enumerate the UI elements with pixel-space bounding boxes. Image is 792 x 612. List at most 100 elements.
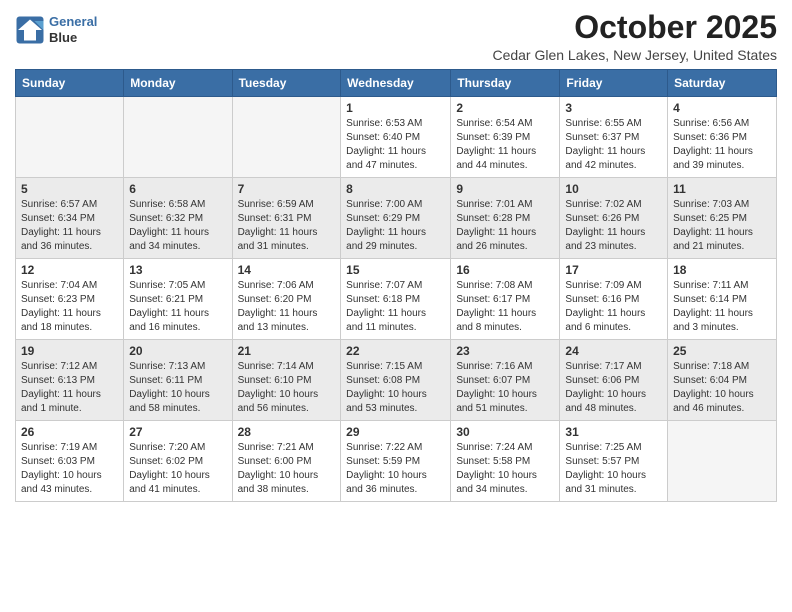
weekday-header-sunday: Sunday bbox=[16, 70, 124, 97]
day-number: 2 bbox=[456, 101, 554, 115]
day-number: 27 bbox=[129, 425, 226, 439]
calendar-day-cell: 13 Sunrise: 7:05 AM Sunset: 6:21 PM Dayli… bbox=[124, 259, 232, 340]
day-number: 24 bbox=[565, 344, 662, 358]
weekday-header-tuesday: Tuesday bbox=[232, 70, 341, 97]
day-number: 6 bbox=[129, 182, 226, 196]
day-number: 8 bbox=[346, 182, 445, 196]
day-info: Sunrise: 7:19 AM Sunset: 6:03 PM Dayligh… bbox=[21, 441, 118, 497]
day-info: Sunrise: 6:59 AM Sunset: 6:31 PM Dayligh… bbox=[238, 198, 336, 254]
day-info: Sunrise: 7:25 AM Sunset: 5:57 PM Dayligh… bbox=[565, 441, 662, 497]
day-number: 30 bbox=[456, 425, 554, 439]
calendar-week-row: 5 Sunrise: 6:57 AM Sunset: 6:34 PM Daylig… bbox=[16, 178, 777, 259]
weekday-header-saturday: Saturday bbox=[668, 70, 777, 97]
calendar-day-cell: 1 Sunrise: 6:53 AM Sunset: 6:40 PM Daylig… bbox=[341, 97, 451, 178]
weekday-header-row: SundayMondayTuesdayWednesdayThursdayFrid… bbox=[16, 70, 777, 97]
calendar-day-cell: 22Sunrise: 7:15 AM Sunset: 6:08 PM Dayli… bbox=[341, 340, 451, 421]
calendar-week-row: 12 Sunrise: 7:04 AM Sunset: 6:23 PM Dayli… bbox=[16, 259, 777, 340]
day-number: 20 bbox=[129, 344, 226, 358]
calendar-day-cell: 10Sunrise: 7:02 AM Sunset: 6:26 PM Dayli… bbox=[560, 178, 668, 259]
calendar-day-cell: 28Sunrise: 7:21 AM Sunset: 6:00 PM Dayli… bbox=[232, 421, 341, 502]
calendar-day-cell: 30 Sunrise: 7:24 AM Sunset: 5:58 PM Dayli… bbox=[451, 421, 560, 502]
day-number: 4 bbox=[673, 101, 771, 115]
calendar-week-row: 19Sunrise: 7:12 AM Sunset: 6:13 PM Dayli… bbox=[16, 340, 777, 421]
day-number: 26 bbox=[21, 425, 118, 439]
day-info: Sunrise: 6:54 AM Sunset: 6:39 PM Dayligh… bbox=[456, 117, 554, 173]
day-info: Sunrise: 7:08 AM Sunset: 6:17 PM Dayligh… bbox=[456, 279, 554, 335]
calendar-day-cell bbox=[16, 97, 124, 178]
calendar-week-row: 26 Sunrise: 7:19 AM Sunset: 6:03 PM Dayli… bbox=[16, 421, 777, 502]
weekday-header-friday: Friday bbox=[560, 70, 668, 97]
logo-icon bbox=[15, 15, 45, 45]
calendar-day-cell: 9 Sunrise: 7:01 AM Sunset: 6:28 PM Daylig… bbox=[451, 178, 560, 259]
calendar-day-cell: 12 Sunrise: 7:04 AM Sunset: 6:23 PM Dayli… bbox=[16, 259, 124, 340]
day-number: 15 bbox=[346, 263, 445, 277]
calendar-day-cell: 17 Sunrise: 7:09 AM Sunset: 6:16 PM Dayli… bbox=[560, 259, 668, 340]
month-title: October 2025 bbox=[492, 10, 777, 45]
day-info: Sunrise: 6:56 AM Sunset: 6:36 PM Dayligh… bbox=[673, 117, 771, 173]
day-number: 16 bbox=[456, 263, 554, 277]
day-info: Sunrise: 7:03 AM Sunset: 6:25 PM Dayligh… bbox=[673, 198, 771, 254]
day-number: 14 bbox=[238, 263, 336, 277]
calendar-day-cell: 7Sunrise: 6:59 AM Sunset: 6:31 PM Daylig… bbox=[232, 178, 341, 259]
day-number: 11 bbox=[673, 182, 771, 196]
day-info: Sunrise: 7:05 AM Sunset: 6:21 PM Dayligh… bbox=[129, 279, 226, 335]
day-number: 12 bbox=[21, 263, 118, 277]
weekday-header-wednesday: Wednesday bbox=[341, 70, 451, 97]
calendar-day-cell: 16 Sunrise: 7:08 AM Sunset: 6:17 PM Dayli… bbox=[451, 259, 560, 340]
day-number: 21 bbox=[238, 344, 336, 358]
weekday-header-monday: Monday bbox=[124, 70, 232, 97]
calendar-day-cell: 26 Sunrise: 7:19 AM Sunset: 6:03 PM Dayli… bbox=[16, 421, 124, 502]
calendar-day-cell: 20 Sunrise: 7:13 AM Sunset: 6:11 PM Dayli… bbox=[124, 340, 232, 421]
calendar-day-cell: 5 Sunrise: 6:57 AM Sunset: 6:34 PM Daylig… bbox=[16, 178, 124, 259]
calendar-day-cell: 19Sunrise: 7:12 AM Sunset: 6:13 PM Dayli… bbox=[16, 340, 124, 421]
day-number: 31 bbox=[565, 425, 662, 439]
day-info: Sunrise: 6:55 AM Sunset: 6:37 PM Dayligh… bbox=[565, 117, 662, 173]
day-info: Sunrise: 7:09 AM Sunset: 6:16 PM Dayligh… bbox=[565, 279, 662, 335]
day-number: 5 bbox=[21, 182, 118, 196]
title-area: October 2025 Cedar Glen Lakes, New Jerse… bbox=[492, 10, 777, 63]
day-info: Sunrise: 6:57 AM Sunset: 6:34 PM Dayligh… bbox=[21, 198, 118, 254]
day-info: Sunrise: 7:04 AM Sunset: 6:23 PM Dayligh… bbox=[21, 279, 118, 335]
day-info: Sunrise: 7:02 AM Sunset: 6:26 PM Dayligh… bbox=[565, 198, 662, 254]
day-number: 1 bbox=[346, 101, 445, 115]
calendar-day-cell: 15 Sunrise: 7:07 AM Sunset: 6:18 PM Dayli… bbox=[341, 259, 451, 340]
day-info: Sunrise: 7:21 AM Sunset: 6:00 PM Dayligh… bbox=[238, 441, 336, 497]
calendar-day-cell: 23Sunrise: 7:16 AM Sunset: 6:07 PM Dayli… bbox=[451, 340, 560, 421]
day-info: Sunrise: 6:58 AM Sunset: 6:32 PM Dayligh… bbox=[129, 198, 226, 254]
day-info: Sunrise: 7:07 AM Sunset: 6:18 PM Dayligh… bbox=[346, 279, 445, 335]
calendar-day-cell: 8 Sunrise: 7:00 AM Sunset: 6:29 PM Daylig… bbox=[341, 178, 451, 259]
calendar-table: SundayMondayTuesdayWednesdayThursdayFrid… bbox=[15, 69, 777, 502]
calendar-day-cell: 18Sunrise: 7:11 AM Sunset: 6:14 PM Dayli… bbox=[668, 259, 777, 340]
day-info: Sunrise: 7:24 AM Sunset: 5:58 PM Dayligh… bbox=[456, 441, 554, 497]
calendar-day-cell bbox=[232, 97, 341, 178]
page-header: General Blue October 2025 Cedar Glen Lak… bbox=[15, 10, 777, 63]
day-number: 9 bbox=[456, 182, 554, 196]
day-number: 13 bbox=[129, 263, 226, 277]
day-info: Sunrise: 7:13 AM Sunset: 6:11 PM Dayligh… bbox=[129, 360, 226, 416]
calendar-day-cell bbox=[668, 421, 777, 502]
day-info: Sunrise: 7:06 AM Sunset: 6:20 PM Dayligh… bbox=[238, 279, 336, 335]
calendar-week-row: 1 Sunrise: 6:53 AM Sunset: 6:40 PM Daylig… bbox=[16, 97, 777, 178]
day-info: Sunrise: 7:00 AM Sunset: 6:29 PM Dayligh… bbox=[346, 198, 445, 254]
calendar-day-cell: 3 Sunrise: 6:55 AM Sunset: 6:37 PM Daylig… bbox=[560, 97, 668, 178]
calendar-day-cell: 24Sunrise: 7:17 AM Sunset: 6:06 PM Dayli… bbox=[560, 340, 668, 421]
calendar-day-cell: 27 Sunrise: 7:20 AM Sunset: 6:02 PM Dayli… bbox=[124, 421, 232, 502]
day-number: 25 bbox=[673, 344, 771, 358]
calendar-day-cell: 21Sunrise: 7:14 AM Sunset: 6:10 PM Dayli… bbox=[232, 340, 341, 421]
weekday-header-thursday: Thursday bbox=[451, 70, 560, 97]
day-number: 23 bbox=[456, 344, 554, 358]
day-number: 19 bbox=[21, 344, 118, 358]
day-number: 3 bbox=[565, 101, 662, 115]
day-number: 17 bbox=[565, 263, 662, 277]
day-info: Sunrise: 7:01 AM Sunset: 6:28 PM Dayligh… bbox=[456, 198, 554, 254]
day-number: 29 bbox=[346, 425, 445, 439]
calendar-day-cell: 6 Sunrise: 6:58 AM Sunset: 6:32 PM Daylig… bbox=[124, 178, 232, 259]
logo-text: General Blue bbox=[49, 14, 97, 45]
day-info: Sunrise: 7:20 AM Sunset: 6:02 PM Dayligh… bbox=[129, 441, 226, 497]
calendar-day-cell: 11 Sunrise: 7:03 AM Sunset: 6:25 PM Dayli… bbox=[668, 178, 777, 259]
calendar-day-cell bbox=[124, 97, 232, 178]
day-info: Sunrise: 7:15 AM Sunset: 6:08 PM Dayligh… bbox=[346, 360, 445, 416]
day-info: Sunrise: 6:53 AM Sunset: 6:40 PM Dayligh… bbox=[346, 117, 445, 173]
day-info: Sunrise: 7:11 AM Sunset: 6:14 PM Dayligh… bbox=[673, 279, 771, 335]
calendar-day-cell: 4 Sunrise: 6:56 AM Sunset: 6:36 PM Daylig… bbox=[668, 97, 777, 178]
